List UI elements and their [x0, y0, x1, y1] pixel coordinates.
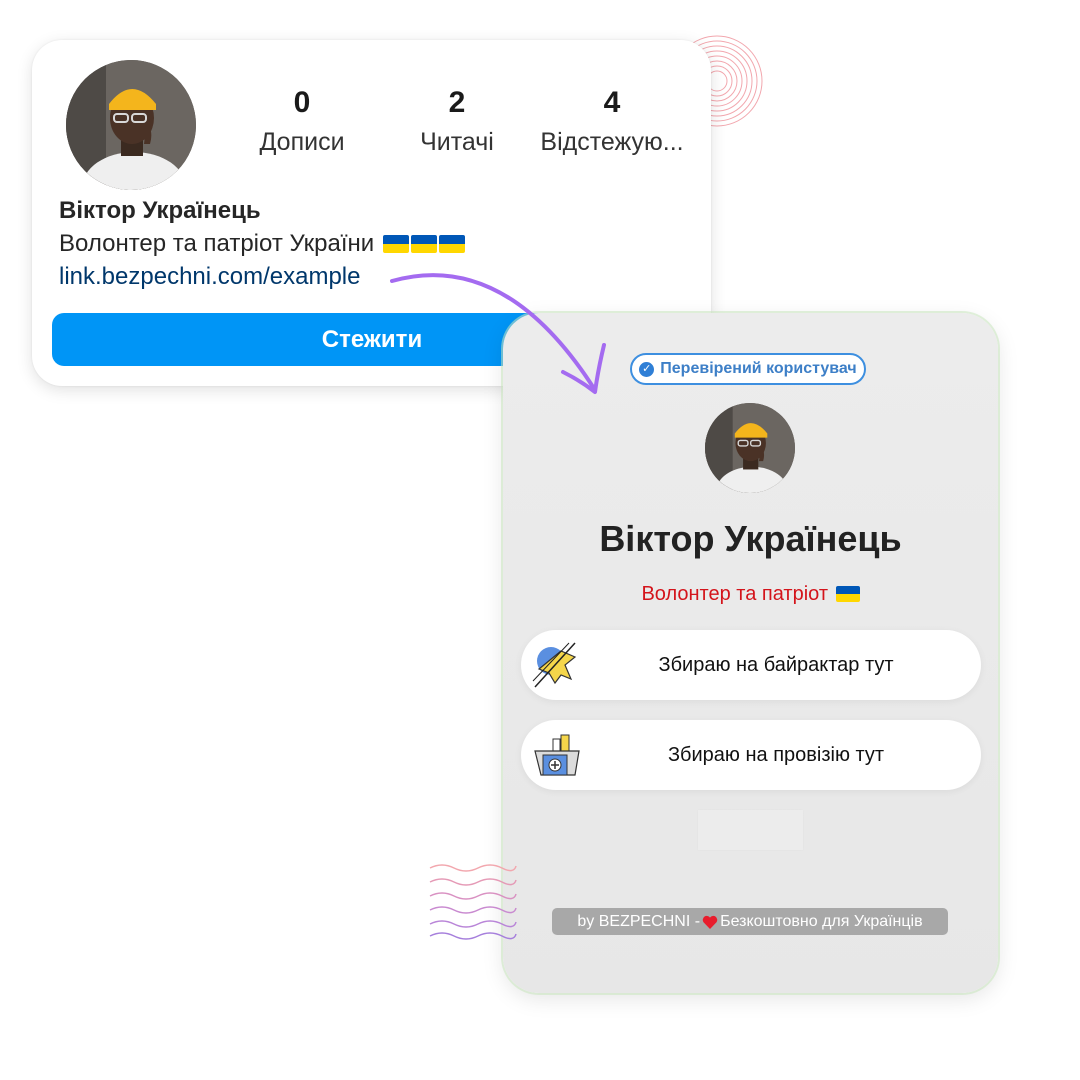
- ukraine-flag-icon: [438, 235, 465, 253]
- footer-prefix: by BEZPECHNI -: [577, 912, 701, 930]
- stat-followers-label: Читачі: [420, 128, 494, 156]
- link-page-card: ✓ Перевірений користувач Віктор Українец…: [503, 313, 998, 993]
- link-button-label: Збираю на байрактар тут: [658, 654, 894, 676]
- stat-posts-count: 0: [293, 86, 311, 119]
- link-page-name: Віктор Українець: [599, 518, 902, 559]
- profile-bio-text: Волонтер та патріот України: [59, 230, 375, 257]
- ukraine-flag-icon: [382, 235, 409, 253]
- stat-posts-label: Дописи: [259, 128, 345, 156]
- ukraine-flag-icon: [835, 586, 860, 602]
- ukraine-flag-icon: [410, 235, 437, 253]
- heart-icon: [702, 915, 718, 929]
- profile-link[interactable]: link.bezpechni.com/example: [59, 263, 361, 291]
- link-button-bayraktar[interactable]: Збираю на байрактар тут: [521, 630, 981, 700]
- wavy-lines-decoration: [429, 864, 517, 940]
- footer-badge[interactable]: by BEZPECHNI - Безкоштовно для Українців: [552, 908, 948, 935]
- link-button-label: Збираю на провізію тут: [667, 744, 885, 766]
- link-page-bio-text: Волонтер та патріот: [641, 583, 828, 605]
- avatar: [705, 403, 795, 493]
- stat-following[interactable]: 4 Відстежую...: [537, 88, 687, 157]
- stat-followers[interactable]: 2 Читачі: [407, 88, 507, 157]
- avatar[interactable]: [66, 60, 196, 190]
- verified-badge: ✓ Перевірений користувач: [630, 353, 866, 385]
- link-button-provisions[interactable]: Збираю на провізію тут: [521, 720, 981, 790]
- verified-badge-label: Перевірений користувач: [660, 360, 857, 377]
- check-icon: ✓: [639, 361, 655, 377]
- blank-placeholder: [698, 810, 803, 850]
- stat-posts[interactable]: 0 Дописи: [252, 88, 352, 157]
- link-page-bio: Волонтер та патріот: [503, 583, 998, 606]
- stat-followers-count: 2: [448, 86, 466, 119]
- profile-name: Віктор Українець: [59, 197, 261, 224]
- profile-bio: Волонтер та патріот України: [59, 230, 465, 258]
- stat-following-label: Відстежую...: [540, 128, 684, 156]
- curved-arrow-decoration: [390, 273, 606, 394]
- footer-suffix: Безкоштовно для Українців: [720, 912, 923, 930]
- stat-following-count: 4: [603, 86, 621, 119]
